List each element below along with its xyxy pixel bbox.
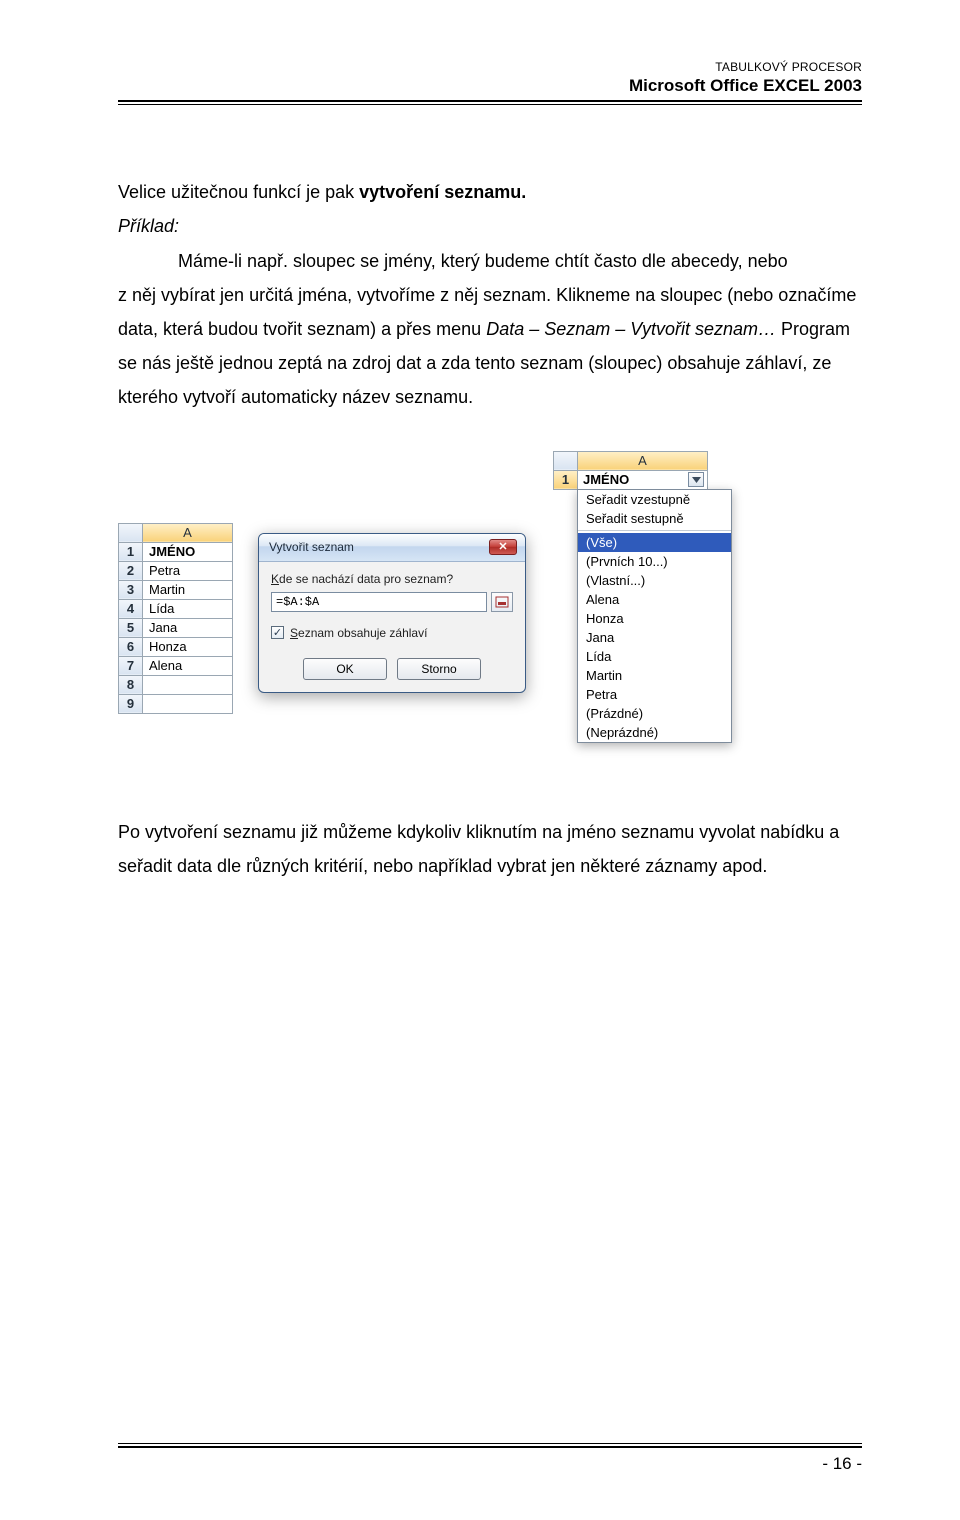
- footer-rule-thick: [118, 1446, 862, 1448]
- checkbox-icon: ✓: [271, 626, 284, 639]
- menu-item-nonblanks[interactable]: (Neprázdné): [578, 723, 731, 742]
- header-product-type: TABULKOVÝ PROCESOR: [118, 60, 862, 75]
- row-header[interactable]: 4: [119, 599, 143, 618]
- cell[interactable]: Jana: [143, 618, 233, 633]
- paragraph-2-line1: Máme-li např. sloupec se jmény, který bu…: [118, 244, 862, 278]
- column-header-a[interactable]: A: [578, 451, 708, 470]
- paragraph-3: Po vytvoření seznamu již můžeme kdykoliv…: [118, 815, 862, 883]
- header-rule-thick: [118, 100, 862, 102]
- range-picker-button[interactable]: [491, 592, 513, 612]
- cancel-button[interactable]: Storno: [397, 658, 481, 680]
- close-button[interactable]: ✕: [489, 539, 517, 555]
- menu-item-top10[interactable]: (Prvních 10...): [578, 552, 731, 571]
- spreadsheet-left: A 1JMÉNO 2Petra 3Martin 4Lída 5Jana 6Hon…: [118, 523, 233, 633]
- paragraph-1: Velice užitečnou funkcí je pak vytvoření…: [118, 175, 862, 209]
- row-header[interactable]: 2: [119, 561, 143, 580]
- menu-item-sort-asc[interactable]: Seřadit vzestupně: [578, 490, 731, 509]
- menu-item-value[interactable]: Martin: [578, 666, 731, 685]
- list-header-label: JMÉNO: [583, 472, 629, 487]
- spreadsheet-right: A 1 JMÉNO: [553, 451, 708, 490]
- row-header[interactable]: 1: [554, 470, 578, 489]
- cell[interactable]: Lída: [143, 599, 233, 618]
- ok-button[interactable]: OK: [303, 658, 387, 680]
- menu-item-blanks[interactable]: (Prázdné): [578, 704, 731, 723]
- row-header[interactable]: 3: [119, 580, 143, 599]
- menu-separator: [578, 530, 731, 531]
- dialog-title: Vytvořit seznam: [269, 540, 354, 554]
- cell[interactable]: Petra: [143, 561, 233, 580]
- menu-item-custom[interactable]: (Vlastní...): [578, 571, 731, 590]
- page-number: - 16 -: [118, 1454, 862, 1474]
- list-header-cell[interactable]: JMÉNO: [578, 470, 708, 489]
- filter-menu: Seřadit vzestupně Seřadit sestupně (Vše)…: [577, 489, 732, 743]
- filter-dropdown-button[interactable]: [688, 472, 704, 487]
- paragraph-2-rest: z něj vybírat jen určitá jména, vytvořím…: [118, 278, 862, 415]
- column-header-a[interactable]: A: [143, 523, 233, 542]
- dialog-label: Kde se nachází data pro seznam?: [271, 572, 513, 586]
- chevron-down-icon: [692, 477, 701, 483]
- menu-item-value[interactable]: Petra: [578, 685, 731, 704]
- corner-cell: [119, 523, 143, 542]
- menu-item-value[interactable]: Alena: [578, 590, 731, 609]
- menu-item-value[interactable]: Jana: [578, 628, 731, 647]
- footer-rule-thin: [118, 1443, 862, 1444]
- figures-block: A 1JMÉNO 2Petra 3Martin 4Lída 5Jana 6Hon…: [118, 451, 862, 771]
- header-product-name: Microsoft Office EXCEL 2003: [118, 75, 862, 96]
- menu-item-value[interactable]: Honza: [578, 609, 731, 628]
- collapse-dialog-icon: [495, 596, 509, 608]
- row-header[interactable]: 5: [119, 618, 143, 633]
- dialog-create-list: Vytvořit seznam ✕ Kde se nachází data pr…: [258, 533, 526, 693]
- row-header[interactable]: 1: [119, 542, 143, 561]
- range-input[interactable]: =$A:$A: [271, 592, 487, 612]
- menu-item-sort-desc[interactable]: Seřadit sestupně: [578, 509, 731, 528]
- header-rule-thin: [118, 104, 862, 105]
- cell[interactable]: JMÉNO: [143, 542, 233, 561]
- menu-item-value[interactable]: Lída: [578, 647, 731, 666]
- checkbox-label: Seznam obsahuje záhlaví: [290, 626, 427, 640]
- corner-cell: [554, 451, 578, 470]
- cell[interactable]: Martin: [143, 580, 233, 599]
- close-icon: ✕: [498, 540, 507, 553]
- example-label: Příklad:: [118, 209, 862, 243]
- header-checkbox-row[interactable]: ✓ Seznam obsahuje záhlaví: [271, 626, 513, 640]
- menu-item-all[interactable]: (Vše): [578, 533, 731, 552]
